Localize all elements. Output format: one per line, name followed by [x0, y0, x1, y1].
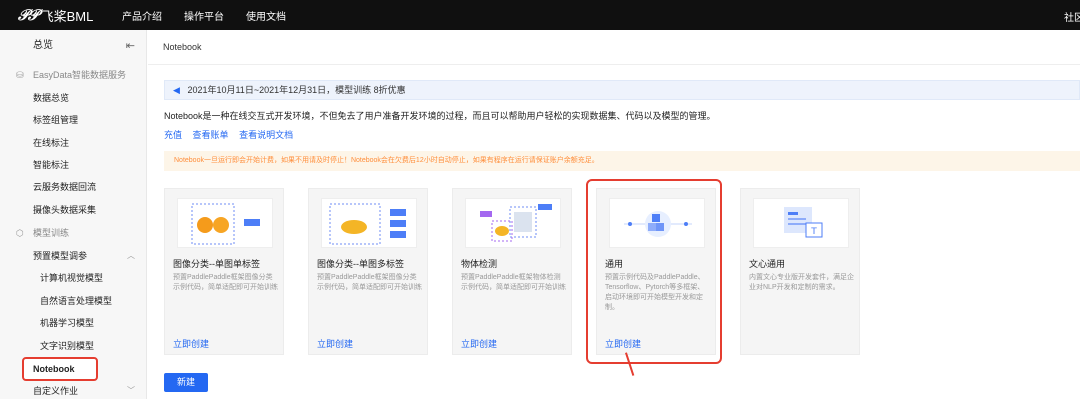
- intro-text: Notebook是一种在线交互式开发环境，不但免去了用户准备开发环境的过程，而且…: [164, 111, 716, 121]
- mango-illustration: [329, 203, 406, 245]
- chevron-up-icon: ︿: [127, 251, 135, 260]
- card-illustration: [465, 198, 561, 248]
- template-card-ernie[interactable]: T 文心通用 内置文心专业版开发套件，满足企业对NLP开发和定制的需求。: [740, 188, 860, 355]
- create-button[interactable]: 立即创建: [317, 337, 353, 350]
- create-button[interactable]: 立即创建: [173, 337, 209, 350]
- billing-warning: Notebook一旦运行即会开始计费，如果不用请及时停止！Notebook会在欠…: [164, 151, 1080, 171]
- card-illustration: T: [753, 198, 849, 248]
- view-bill-link[interactable]: 查看账单: [193, 130, 229, 140]
- recharge-link[interactable]: 充值: [164, 130, 182, 140]
- card-description: 预置PaddlePaddle框架图像分类示例代码，简单适配即可开始训练: [317, 274, 422, 291]
- sidebar-item-label-groups[interactable]: 标签组管理: [0, 110, 147, 130]
- sidebar-item-cloud-data-return[interactable]: 云服务数据回流: [0, 177, 147, 197]
- card-description: 预置PaddlePaddle框架图像分类示例代码，简单适配即可开始训练: [173, 274, 278, 291]
- sidebar-item-notebook[interactable]: Notebook: [0, 359, 147, 379]
- svg-text:T: T: [810, 227, 817, 237]
- database-icon: ⛁: [16, 70, 24, 80]
- card-illustration: [321, 198, 417, 248]
- new-notebook-button[interactable]: 新建: [164, 373, 208, 392]
- sidebar-section-easydata[interactable]: ⛁ EasyData智能数据服务: [0, 65, 147, 85]
- paddle-logo-icon: 𝒫𝒫: [18, 6, 39, 24]
- template-card-object-detection[interactable]: 物体检测 预置PaddlePaddle框架物体检测示例代码，简单适配即可开始训练…: [452, 188, 572, 355]
- main-content: Notebook ◀ 2021年10月11日~2021年12月31日，模型训练 …: [148, 30, 1080, 399]
- card-illustration: [177, 198, 273, 248]
- create-button[interactable]: 立即创建: [461, 337, 497, 350]
- template-card-multi-label[interactable]: 图像分类--单图多标签 预置PaddlePaddle框架图像分类示例代码，简单适…: [308, 188, 428, 355]
- nav-product-intro[interactable]: 产品介绍: [122, 8, 162, 23]
- sidebar-item-data-overview[interactable]: 数据总览: [0, 88, 147, 108]
- cube-icon: ⬡: [16, 228, 24, 238]
- sidebar: 总览 ⇤ ⛁ EasyData智能数据服务 数据总览 标签组管理 在线标注 智能…: [0, 30, 147, 399]
- sidebar-item-overview[interactable]: 总览 ⇤: [0, 36, 147, 56]
- sidebar-item-ocr-models[interactable]: 文字识别模型: [0, 336, 147, 356]
- brand-logo[interactable]: 𝒫𝒫 飞桨BML: [18, 6, 122, 25]
- sidebar-item-smart-labeling[interactable]: 智能标注: [0, 155, 147, 175]
- header-divider: [148, 64, 1080, 65]
- top-navbar: 𝒫𝒫 飞桨BML 产品介绍 操作平台 使用文档 社区: [0, 0, 1080, 30]
- card-title: 文心通用: [749, 259, 786, 269]
- sidebar-item-custom-jobs[interactable]: 自定义作业 ﹀: [0, 381, 147, 399]
- speaker-icon: ◀: [173, 85, 180, 95]
- quick-links: 充值 查看账单 查看说明文档: [164, 128, 301, 141]
- sidebar-section-model-training[interactable]: ⬡ 模型训练: [0, 223, 147, 243]
- breadcrumb: Notebook: [163, 42, 202, 52]
- oranges-illustration: [191, 203, 260, 245]
- collapse-sidebar-icon[interactable]: ⇤: [126, 36, 135, 56]
- card-highlight-frame: [586, 179, 722, 364]
- nav-docs[interactable]: 使用文档: [246, 8, 286, 23]
- brand-name: 飞桨BML: [40, 8, 94, 24]
- card-title: 物体检测: [461, 259, 498, 269]
- template-card-single-label[interactable]: 图像分类--单图单标签 预置PaddlePaddle框架图像分类示例代码，简单适…: [164, 188, 284, 355]
- sidebar-item-online-labeling[interactable]: 在线标注: [0, 133, 147, 153]
- view-docs-link[interactable]: 查看说明文档: [239, 130, 293, 140]
- sidebar-item-camera-collection[interactable]: 摄像头数据采集: [0, 200, 147, 220]
- promo-notice: ◀ 2021年10月11日~2021年12月31日，模型训练 8折优惠: [164, 80, 1080, 100]
- card-title: 图像分类--单图单标签: [173, 259, 260, 269]
- cup-fruit-illustration: [480, 204, 552, 242]
- sidebar-item-nlp-models[interactable]: 自然语言处理模型: [0, 291, 147, 311]
- card-description: 内置文心专业版开发套件，满足企业对NLP开发和定制的需求。: [749, 274, 854, 291]
- promo-text: 2021年10月11日~2021年12月31日，模型训练 8折优惠: [187, 85, 406, 95]
- sidebar-item-ml-models[interactable]: 机器学习模型: [0, 313, 147, 333]
- community-link[interactable]: 社区: [1064, 9, 1080, 24]
- top-nav-menu: 产品介绍 操作平台 使用文档: [122, 8, 308, 23]
- nav-platform[interactable]: 操作平台: [184, 8, 224, 23]
- chevron-down-icon: ﹀: [127, 386, 135, 395]
- card-title: 图像分类--单图多标签: [317, 259, 404, 269]
- sidebar-item-preset-tuning[interactable]: 预置模型调参 ︿: [0, 246, 147, 266]
- card-description: 预置PaddlePaddle框架物体检测示例代码，简单适配即可开始训练: [461, 274, 566, 291]
- sidebar-item-cv-models[interactable]: 计算机视觉模型: [0, 268, 147, 288]
- document-text-illustration: T: [784, 207, 823, 238]
